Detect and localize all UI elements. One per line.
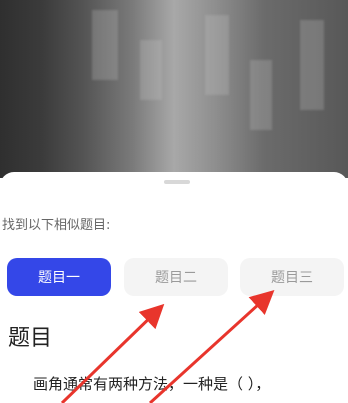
annotation-arrow <box>148 289 275 403</box>
annotation-arrow <box>60 303 165 403</box>
annotation-arrows <box>60 289 275 403</box>
